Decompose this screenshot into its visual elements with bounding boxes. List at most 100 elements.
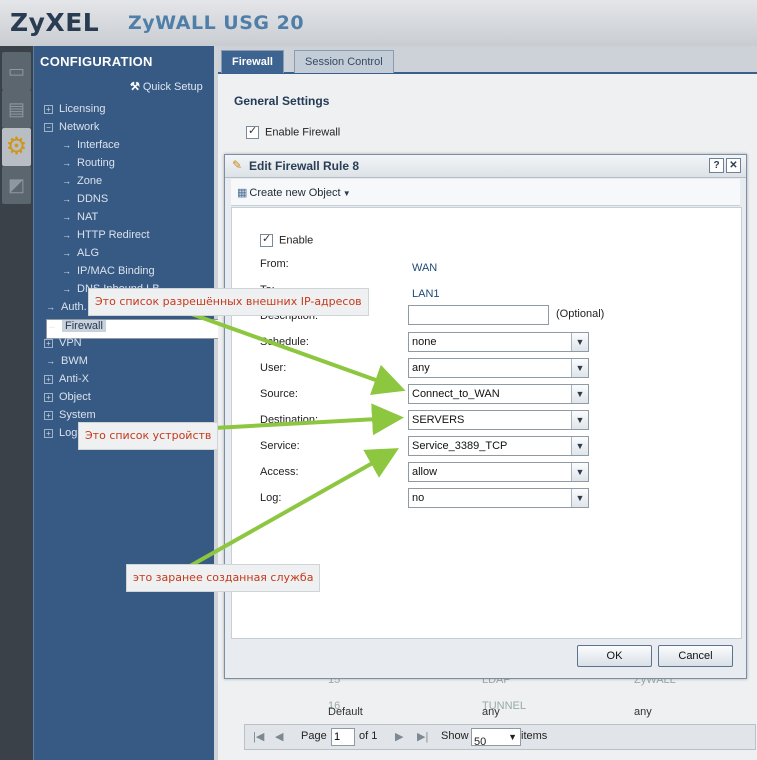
log-value: no [412,492,425,504]
arrow-icon: → [62,284,71,294]
ip-list-callout: Это список разрешённых внешних IP-адресо… [88,288,369,316]
service-select[interactable]: Service_3389_TCP ▼ [408,436,589,456]
sidebar-item-vpn[interactable]: + VPN [44,337,82,349]
sidebar-item-interface[interactable]: → Interface [62,139,120,151]
close-button[interactable]: ✕ [726,158,741,173]
source-label: Source: [260,388,298,400]
dialog-footer: OK Cancel [225,639,746,678]
enable-firewall-row: Enable Firewall [246,124,341,139]
chevron-down-icon: ▼ [508,732,517,742]
panel-switcher: ▭ ▤ ⚙ ◩ [0,46,33,760]
app-header: ZyXEL ZyWALL USG 20 [0,0,757,46]
sidebar-item-object[interactable]: + Object [44,391,91,403]
first-page-icon[interactable]: |◀ [253,730,264,743]
enable-firewall-checkbox[interactable] [246,124,259,139]
expand-icon: + [44,338,53,348]
user-label: User: [260,362,287,374]
access-label: Access: [260,466,299,478]
last-page-icon[interactable]: ▶| [417,730,428,743]
object-icon: ▦ [237,187,248,199]
quick-setup-label: Quick Setup [142,81,203,93]
ok-button[interactable]: OK [577,645,652,667]
chevron-down-icon: ▼ [571,463,588,481]
sidebar-item-firewall[interactable]: → Firewall [46,319,227,339]
sidebar-item-routing[interactable]: → Routing [62,157,115,169]
items-label: items [521,730,548,742]
source-select[interactable]: Connect_to_WAN ▼ [408,384,589,404]
monitor-button[interactable]: ▤ [2,90,31,128]
edit-firewall-rule-dialog: ✎ Edit Firewall Rule 8 ? ✕ ▦ Create new O… [224,154,747,679]
to-value: LAN1 [412,288,440,300]
dialog-toolbar: ▦ Create new Object ▼ [231,179,740,206]
arrow-icon: → [62,176,71,186]
arrow-icon: → [46,302,55,312]
schedule-select[interactable]: none ▼ [408,332,589,352]
page-size-select[interactable]: 50 ▼ [471,728,521,748]
user-select[interactable]: any ▼ [408,358,589,378]
chevron-down-icon: ▼ [340,189,351,198]
dashboard-button[interactable]: ▭ [2,52,31,90]
quick-setup-link[interactable]: ⚒ Quick Setup [130,80,203,93]
create-object-menu[interactable]: ▦ Create new Object ▼ [237,186,351,199]
enable-checkbox[interactable] [260,232,273,247]
configuration-button[interactable]: ⚙ [2,128,31,166]
brand-logo: ZyXEL [10,8,100,37]
sidebar-item-ip-mac-binding[interactable]: → IP/MAC Binding [62,265,155,277]
sidebar-item-nat[interactable]: → NAT [62,211,98,223]
sidebar-item-network[interactable]: − Network [44,121,99,133]
sidebar-item-http-redirect[interactable]: → HTTP Redirect [62,229,150,241]
device-list-callout: Это список устройств [78,422,219,450]
arrow-icon: → [62,194,71,204]
maintenance-button[interactable]: ◩ [2,166,31,204]
create-object-label: Create new Object [249,187,341,199]
description-input[interactable] [408,305,549,325]
tab-firewall[interactable]: Firewall [221,50,284,73]
sidebar-item-zone[interactable]: → Zone [62,175,102,187]
cancel-button[interactable]: Cancel [658,645,733,667]
arrow-icon: → [62,140,71,150]
destination-select[interactable]: SERVERS ▼ [408,410,589,430]
prev-page-icon[interactable]: ◀ [275,730,283,743]
optional-hint: (Optional) [556,308,605,320]
log-select[interactable]: no ▼ [408,488,589,508]
sidebar-item-anti-x[interactable]: + Anti-X [44,373,89,385]
sidebar-item-bwm[interactable]: → BWM [46,355,88,367]
page-input[interactable]: 1 [331,728,355,746]
sidebar-item-alg[interactable]: → ALG [62,247,99,259]
user-value: any [412,362,430,374]
sidebar-item-licensing[interactable]: + Licensing [44,103,105,115]
from-value: WAN [412,262,438,274]
access-select[interactable]: allow ▼ [408,462,589,482]
chevron-down-icon: ▼ [571,411,588,429]
service-callout: это заранее созданная служба [126,564,321,592]
next-page-icon[interactable]: ▶ [395,730,403,743]
expand-icon: + [44,428,53,438]
sidebar: CONFIGURATION ⚒ Quick Setup + Licensing − N… [33,46,227,760]
page-size-value: 50 [474,736,487,748]
arrow-icon: → [62,230,71,240]
arrow-icon: → [62,266,71,276]
chevron-down-icon: ▼ [571,437,588,455]
gear-icon: ⚙ [5,133,28,160]
arrow-icon: → [46,356,55,366]
tools-icon: ◩ [7,175,25,195]
service-label: Service: [260,440,300,452]
pager: |◀ ◀ Page 1 of 1 ▶ ▶| Show 50 ▼ items [244,724,756,750]
arrow-icon: → [62,248,71,258]
destination-value: SERVERS [412,414,465,426]
tab-session-control[interactable]: Session Control [294,50,394,73]
sidebar-item-ddns[interactable]: → DDNS [62,193,108,205]
page-of: of 1 [359,730,378,742]
help-button[interactable]: ? [709,158,724,173]
service-value: Service_3389_TCP [412,440,508,452]
wrench-icon: ⚒ [130,81,140,93]
expand-icon: + [44,374,53,384]
expand-icon: + [44,392,53,402]
dialog-title: Edit Firewall Rule 8 [249,159,360,173]
source-value: Connect_to_WAN [412,388,500,400]
default-col2: any [482,706,500,718]
sidebar-item-system[interactable]: + System [44,409,96,421]
enable-firewall-label: Enable Firewall [265,126,341,139]
chevron-down-icon: ▼ [571,489,588,507]
arrow-icon: → [47,321,56,331]
